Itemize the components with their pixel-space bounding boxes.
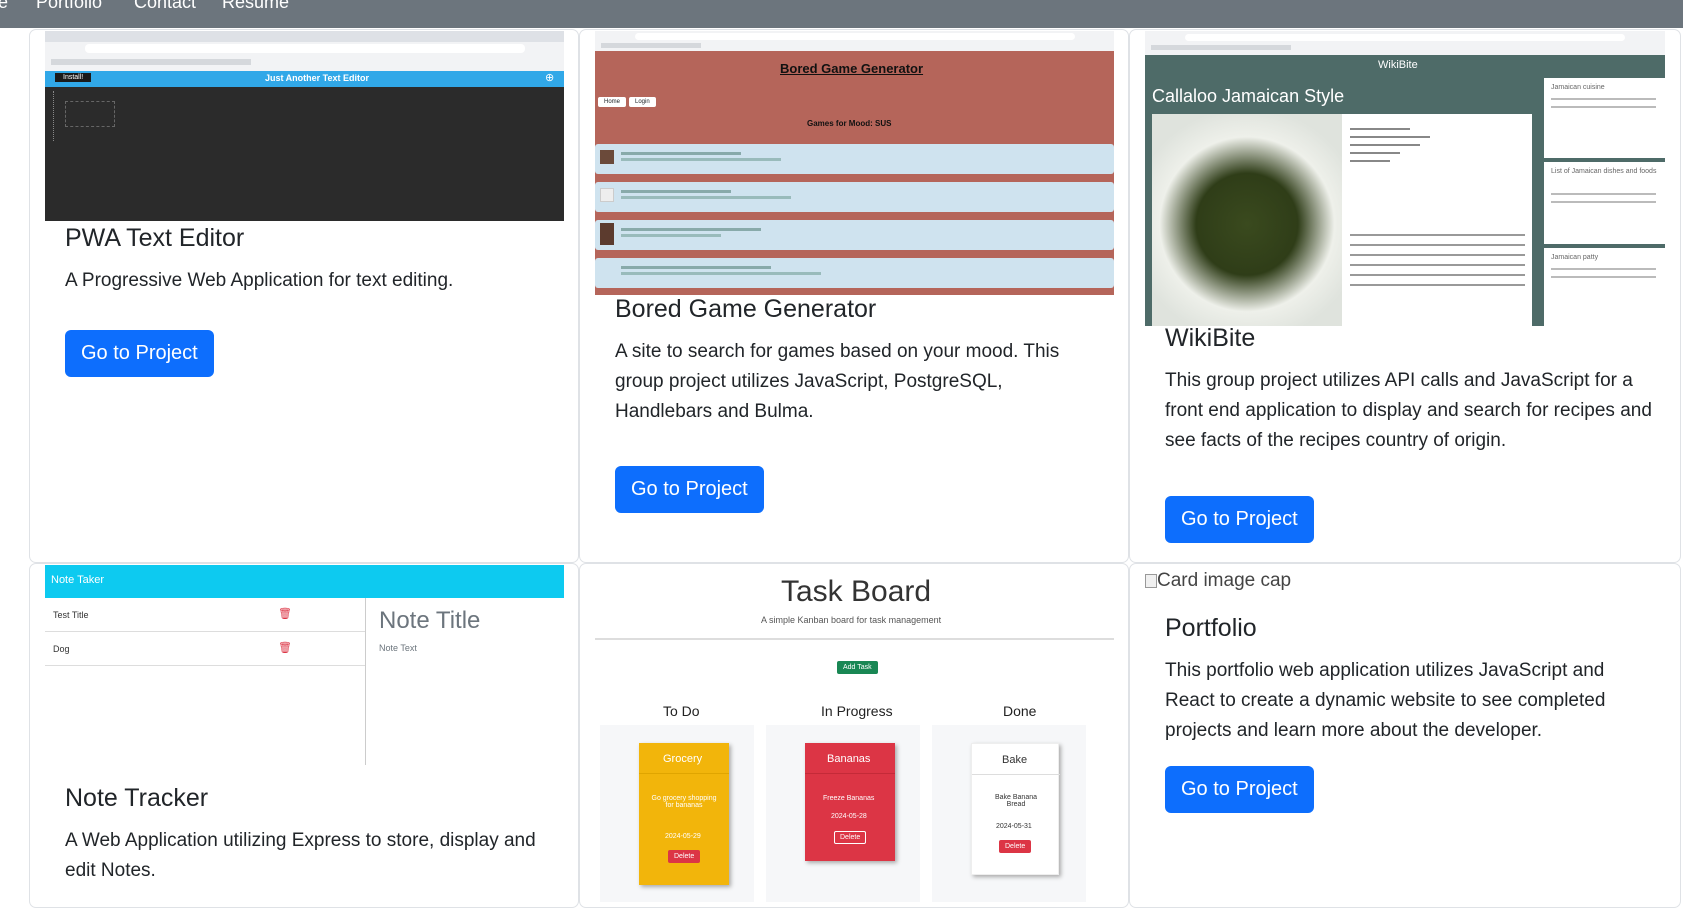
task-board-title: Task Board <box>781 575 932 608</box>
globe-icon: ⊕ <box>545 72 555 84</box>
editor-title: Just Another Text Editor <box>265 73 370 83</box>
nav-item-resume[interactable]: Resume <box>222 0 289 13</box>
trash-icon[interactable]: 🗑 <box>278 607 292 620</box>
task-card-todo[interactable]: Grocery Go grocery shopping for bananas … <box>639 743 729 885</box>
project-card-task-board: Task Board A simple Kanban board for tas… <box>579 563 1129 908</box>
task-date: 2024-05-28 <box>831 813 867 820</box>
side-article-1[interactable]: Jamaican cuisine <box>1551 84 1605 91</box>
callaloo-photo <box>1152 114 1342 326</box>
wikibite-preview-image: WikiBite Callaloo Jamaican Style Jamaica… <box>1145 31 1665 326</box>
column-heading-done: Done <box>1003 703 1037 719</box>
navbar: le Portfolio Contact Resume <box>0 0 1683 28</box>
task-date: 2024-05-31 <box>996 823 1032 830</box>
task-date: 2024-05-29 <box>665 833 701 840</box>
browser-chrome <box>45 31 564 71</box>
wikibite-header: WikiBite <box>1378 59 1418 71</box>
nav-item-contact[interactable]: Contact <box>134 0 196 13</box>
add-task-button[interactable]: Add Task <box>837 661 878 674</box>
card-title: Portfolio <box>1165 614 1257 642</box>
column-heading-inprogress: In Progress <box>821 703 893 719</box>
task-card-inprogress[interactable]: Bananas Freeze Bananas 2024-05-28 Delete <box>805 743 895 861</box>
browser-chrome <box>1145 31 1665 55</box>
card-description: This group project utilizes API calls an… <box>1165 370 1652 451</box>
note-tracker-preview-image: Note Taker Test Title 🗑 Dog 🗑 Note Title… <box>45 565 564 765</box>
task-body: Go grocery shopping for bananas <box>651 795 717 809</box>
card-image-cap: Card image cap <box>1145 570 1291 592</box>
delete-task-button[interactable]: Delete <box>668 850 701 863</box>
note-list-item[interactable]: Test Title 🗑 <box>45 598 365 632</box>
delete-task-button[interactable]: Delete <box>834 831 867 844</box>
task-board-subtitle: A simple Kanban board for task managemen… <box>761 615 942 625</box>
go-to-project-button[interactable]: Go to Project <box>1165 766 1314 813</box>
nav-item-home[interactable]: le <box>0 0 8 13</box>
broken-image-icon <box>1145 573 1157 588</box>
game-result <box>595 258 1114 288</box>
pwa-preview-image: Install! Just Another Text Editor ⊕ <box>45 31 564 221</box>
project-card-pwa: Install! Just Another Text Editor ⊕ PWA … <box>29 29 579 563</box>
task-card-done[interactable]: Bake Bake Banana Bread 2024-05-31 Delete <box>971 743 1060 875</box>
recipe-title: Callaloo Jamaican Style <box>1152 86 1345 106</box>
go-to-project-button[interactable]: Go to Project <box>615 466 764 513</box>
task-body: Freeze Bananas <box>823 795 875 802</box>
home-button[interactable]: Home <box>598 97 627 107</box>
project-card-wikibite: WikiBite Callaloo Jamaican Style Jamaica… <box>1129 29 1681 563</box>
note-item-title: Test Title <box>53 610 89 620</box>
card-title: Bored Game Generator <box>615 295 877 323</box>
card-title: Note Tracker <box>65 784 209 812</box>
game-result <box>595 220 1114 250</box>
install-button[interactable]: Install! <box>55 73 92 82</box>
note-title-input[interactable]: Note Title <box>379 607 480 635</box>
project-card-note-tracker: Note Taker Test Title 🗑 Dog 🗑 Note Title… <box>29 563 579 908</box>
column-heading-todo: To Do <box>663 703 700 719</box>
delete-task-button[interactable]: Delete <box>999 840 1032 853</box>
note-app-title: Note Taker <box>51 574 104 586</box>
task-title: Grocery <box>663 753 703 765</box>
nav-item-portfolio[interactable]: Portfolio <box>36 0 102 13</box>
project-card-portfolio: Card image cap Portfolio This portfolio … <box>1129 563 1681 908</box>
note-item-title: Dog <box>53 644 70 654</box>
trash-icon[interactable]: 🗑 <box>278 641 292 654</box>
bored-game-preview-image: Bored Game Generator Home Login Games fo… <box>595 31 1114 295</box>
mood-heading: Games for Mood: SUS <box>807 119 892 128</box>
note-list-item[interactable]: Dog 🗑 <box>45 632 365 666</box>
card-description: This portfolio web application utilizes … <box>1165 660 1606 741</box>
card-description: A site to search for games based on your… <box>615 341 1060 422</box>
game-result <box>595 182 1114 212</box>
login-button[interactable]: Login <box>629 97 656 107</box>
go-to-project-button[interactable]: Go to Project <box>1165 496 1314 543</box>
task-board-preview-image: Task Board A simple Kanban board for tas… <box>595 565 1114 902</box>
side-article-3[interactable]: Jamaican patty <box>1551 254 1598 261</box>
card-description: A Web Application utilizing Express to s… <box>65 830 536 881</box>
browser-chrome <box>595 31 1114 51</box>
bored-header: Bored Game Generator <box>780 61 924 76</box>
task-title: Bake <box>1002 754 1028 766</box>
card-title: WikiBite <box>1165 324 1256 352</box>
project-card-bored-game: Bored Game Generator Home Login Games fo… <box>579 29 1129 563</box>
note-header: Note Taker <box>45 565 564 598</box>
image-alt-text: Card image cap <box>1157 570 1292 591</box>
editor-header: Install! Just Another Text Editor ⊕ <box>45 71 564 87</box>
card-title: PWA Text Editor <box>65 224 245 252</box>
note-text-input[interactable]: Note Text <box>379 643 417 653</box>
task-title: Bananas <box>827 753 871 765</box>
card-description: A Progressive Web Application for text e… <box>65 270 454 291</box>
game-result <box>595 144 1114 174</box>
go-to-project-button[interactable]: Go to Project <box>65 330 214 377</box>
task-body: Bake Banana Bread <box>994 794 1038 808</box>
side-article-2[interactable]: List of Jamaican dishes and foods <box>1551 168 1661 175</box>
